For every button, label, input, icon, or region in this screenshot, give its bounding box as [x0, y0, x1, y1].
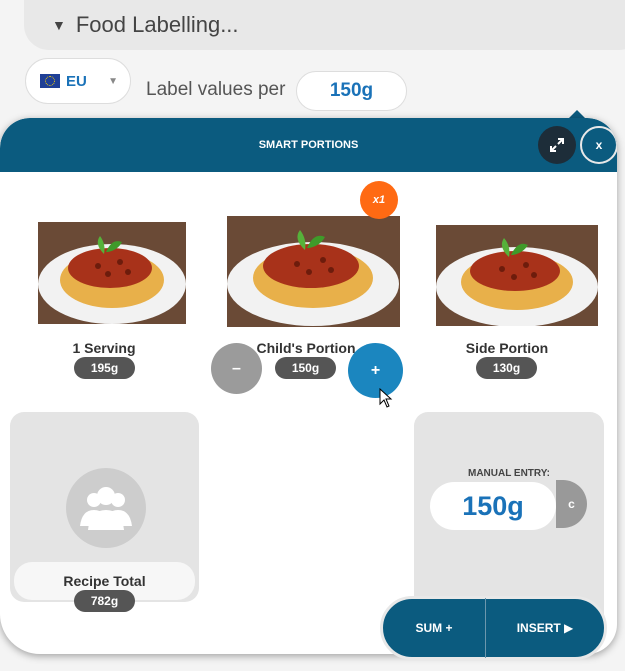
action-bar: SUM + INSERT ▶ [380, 596, 607, 660]
food-image-childs-portion[interactable] [227, 216, 400, 327]
eu-flag-icon [40, 74, 60, 88]
portion-weight-childs-portion: 150g [275, 357, 336, 379]
portion-name-side-portion: Side Portion [465, 340, 549, 356]
per-value-input[interactable]: 150g [296, 71, 407, 111]
recipe-total-card[interactable]: Recipe Total [10, 412, 199, 602]
header-title: Food Labelling... [75, 12, 239, 37]
triangle-down-icon: ▼ [52, 17, 66, 33]
panel-header: SMART PORTIONS x [0, 118, 617, 172]
region-value: EU [66, 72, 87, 90]
group-users-icon [66, 468, 146, 548]
portion-name-1-serving: 1 Serving [72, 340, 136, 356]
food-image-1-serving[interactable] [38, 222, 186, 324]
expand-icon [550, 138, 564, 152]
label-values-per: Label values per [146, 79, 286, 100]
sum-button[interactable]: SUM + [383, 621, 485, 635]
recipe-total-weight: 782g [74, 590, 135, 612]
food-image-side-portion[interactable] [436, 225, 598, 326]
panel-title: SMART PORTIONS [258, 139, 359, 151]
expand-button[interactable] [538, 126, 576, 164]
portion-weight-side-portion: 130g [476, 357, 537, 379]
increase-portion-button[interactable]: + [348, 343, 403, 398]
manual-entry-input[interactable]: 150g [430, 482, 556, 530]
decrease-portion-button[interactable]: – [211, 343, 262, 394]
insert-button[interactable]: INSERT ▶ [486, 621, 604, 635]
multiplier-badge: x1 [360, 181, 398, 219]
food-labelling-header[interactable]: ▼ Food Labelling... [24, 0, 625, 50]
manual-entry-label: MANUAL ENTRY: [467, 468, 551, 479]
close-button[interactable]: x [580, 126, 617, 164]
region-select[interactable]: EU ▼ [25, 58, 131, 104]
mouse-pointer-icon [379, 388, 393, 408]
caret-down-icon: ▼ [108, 75, 118, 87]
portion-weight-1-serving: 195g [74, 357, 135, 379]
